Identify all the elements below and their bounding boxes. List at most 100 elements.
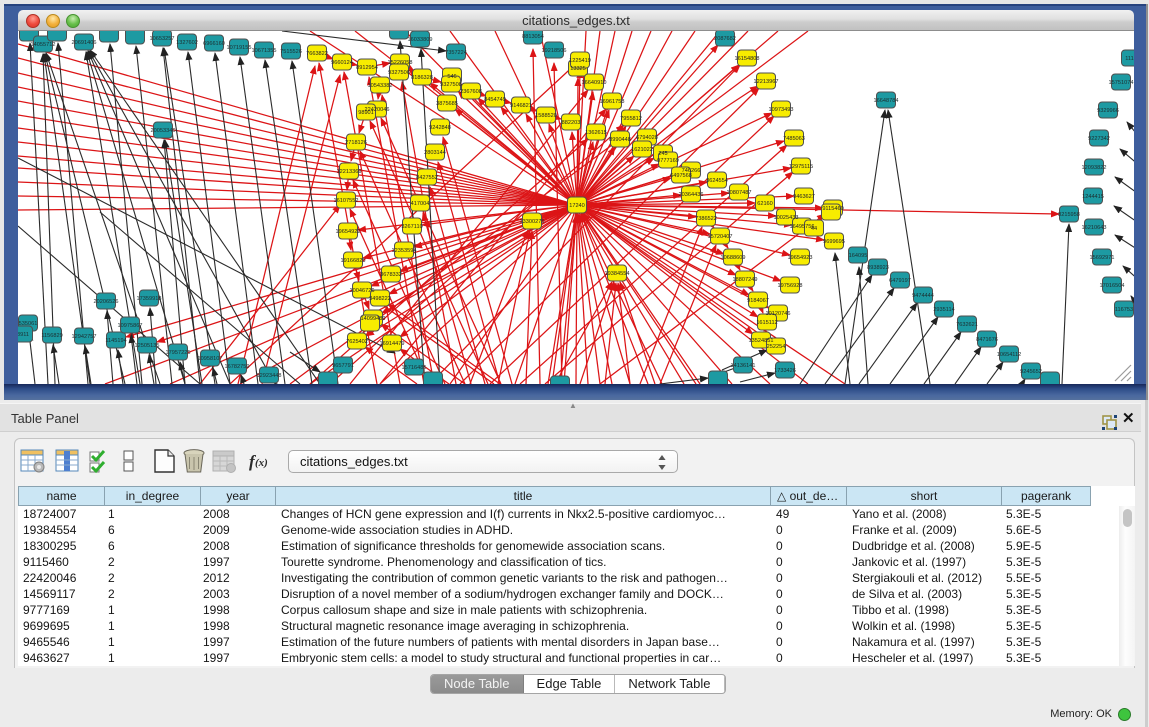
svg-text:1145194: 1145194 <box>105 338 126 344</box>
svg-text:20691406: 20691406 <box>72 40 97 46</box>
svg-text:16914479: 16914479 <box>380 341 405 347</box>
svg-text:19384554: 19384554 <box>605 271 630 277</box>
svg-text:6479197: 6479197 <box>889 278 911 284</box>
svg-text:417004: 417004 <box>411 201 430 207</box>
svg-text:2718126: 2718126 <box>345 140 367 146</box>
svg-text:8912954: 8912954 <box>356 65 378 71</box>
svg-text:16782759: 16782759 <box>225 364 250 370</box>
svg-text:10654112: 10654112 <box>997 352 1021 358</box>
svg-text:16210643: 16210643 <box>1082 225 1107 231</box>
svg-text:6794028: 6794028 <box>636 135 658 141</box>
svg-text:10025433: 10025433 <box>774 215 799 221</box>
svg-text:20364436: 20364436 <box>679 192 704 198</box>
svg-text:15716485: 15716485 <box>402 365 427 371</box>
svg-text:15692971: 15692971 <box>1090 255 1115 261</box>
svg-text:9184067: 9184067 <box>747 298 769 304</box>
svg-text:2367608: 2367608 <box>460 89 482 95</box>
svg-text:10973493: 10973493 <box>769 107 794 113</box>
svg-text:7485063: 7485063 <box>783 136 805 142</box>
svg-text:1244415: 1244415 <box>1082 194 1104 200</box>
svg-text:10543382: 10543382 <box>368 83 393 89</box>
svg-text:10120746: 10120746 <box>766 311 791 317</box>
svg-text:7515526: 7515526 <box>280 49 302 55</box>
svg-text:12093822: 12093822 <box>1082 165 1107 171</box>
svg-text:16961758: 16961758 <box>600 99 625 105</box>
svg-text:8427552: 8427552 <box>416 175 438 181</box>
svg-text:1156829: 1156829 <box>41 333 62 339</box>
svg-text:116753: 116753 <box>1115 307 1133 313</box>
svg-text:535061: 535061 <box>19 321 38 327</box>
svg-text:19218506: 19218506 <box>542 48 567 54</box>
svg-text:12975115: 12975115 <box>789 164 813 170</box>
svg-text:9699695: 9699695 <box>823 239 845 245</box>
svg-text:16648784: 16648784 <box>874 98 899 104</box>
svg-text:164095: 164095 <box>849 253 868 259</box>
svg-text:12213967: 12213967 <box>754 79 779 85</box>
svg-text:12923448: 12923448 <box>257 373 282 379</box>
svg-text:3498222: 3498222 <box>369 296 391 302</box>
svg-text:8215958: 8215958 <box>1058 212 1080 218</box>
svg-text:2935114: 2935114 <box>933 307 954 313</box>
svg-text:9245652: 9245652 <box>1020 369 1042 375</box>
svg-text:15720407: 15720407 <box>708 234 733 240</box>
svg-text:9329966: 9329966 <box>1097 108 1119 114</box>
svg-text:10653257: 10653257 <box>150 36 175 42</box>
svg-text:10807487: 10807487 <box>727 190 752 196</box>
svg-text:882203: 882203 <box>562 120 581 126</box>
svg-text:13325: 13325 <box>570 66 586 72</box>
svg-text:20206526: 20206526 <box>94 299 119 305</box>
svg-text:12505135: 12505135 <box>135 343 160 349</box>
svg-text:10975867: 10975867 <box>118 323 143 329</box>
svg-text:19654923: 19654923 <box>788 255 813 261</box>
svg-text:9327506: 9327506 <box>388 70 410 76</box>
svg-text:17240: 17240 <box>569 203 585 209</box>
svg-text:3678332: 3678332 <box>380 272 402 278</box>
svg-text:7663822: 7663822 <box>306 51 328 57</box>
svg-text:9115460: 9115460 <box>822 206 843 212</box>
svg-text:1225419: 1225419 <box>569 58 591 64</box>
svg-text:2803144: 2803144 <box>424 150 446 156</box>
svg-text:17359918: 17359918 <box>137 296 162 302</box>
svg-text:1327602: 1327602 <box>176 40 198 46</box>
svg-text:62160: 62160 <box>757 201 773 207</box>
svg-text:14099489: 14099489 <box>361 316 386 322</box>
svg-text:1588520: 1588520 <box>535 113 557 119</box>
svg-text:3911: 3911 <box>18 332 29 338</box>
svg-text:9657791: 9657791 <box>332 363 354 369</box>
svg-text:9242848: 9242848 <box>429 125 451 131</box>
svg-text:15751074: 15751074 <box>1109 80 1134 86</box>
svg-text:19654922: 19654922 <box>336 229 361 235</box>
svg-text:8471676: 8471676 <box>976 337 998 343</box>
svg-text:16154808: 16154808 <box>735 56 760 62</box>
svg-text:15226058: 15226058 <box>388 60 413 66</box>
svg-text:3267110: 3267110 <box>401 224 422 230</box>
svg-text:16640910: 16640910 <box>582 80 607 86</box>
svg-text:19756928: 19756928 <box>778 283 803 289</box>
svg-text:1621022: 1621022 <box>631 147 653 153</box>
svg-text:10688609: 10688609 <box>721 255 746 261</box>
svg-text:7357224: 7357224 <box>445 50 467 56</box>
svg-text:7625402: 7625402 <box>346 339 368 345</box>
svg-text:6497568: 6497568 <box>670 173 692 179</box>
svg-text:16107552: 16107552 <box>334 198 359 204</box>
svg-text:20053346: 20053346 <box>151 128 176 134</box>
svg-text:9474444: 9474444 <box>912 293 934 299</box>
svg-text:245: 245 <box>658 151 667 157</box>
svg-text:8186328: 8186328 <box>411 75 433 81</box>
svg-text:10046726: 10046726 <box>350 288 375 294</box>
svg-text:14136141: 14136141 <box>731 363 756 369</box>
svg-text:6966160: 6966160 <box>203 41 225 47</box>
svg-text:8938923: 8938923 <box>867 265 889 271</box>
svg-text:10671355: 10671355 <box>252 48 277 54</box>
svg-text:1362615: 1362615 <box>585 130 607 136</box>
svg-text:1112: 1112 <box>1125 56 1134 62</box>
svg-text:3875685: 3875685 <box>436 101 458 107</box>
svg-text:7386522: 7386522 <box>695 216 717 222</box>
svg-text:44: 44 <box>811 226 817 232</box>
svg-text:9227342: 9227342 <box>1088 136 1110 142</box>
svg-text:1615112: 1615112 <box>756 320 777 326</box>
svg-text:9327508: 9327508 <box>440 82 462 88</box>
svg-text:7632621: 7632621 <box>956 322 978 328</box>
svg-text:9777169: 9777169 <box>657 158 679 164</box>
svg-text:8813054: 8813054 <box>522 34 544 40</box>
